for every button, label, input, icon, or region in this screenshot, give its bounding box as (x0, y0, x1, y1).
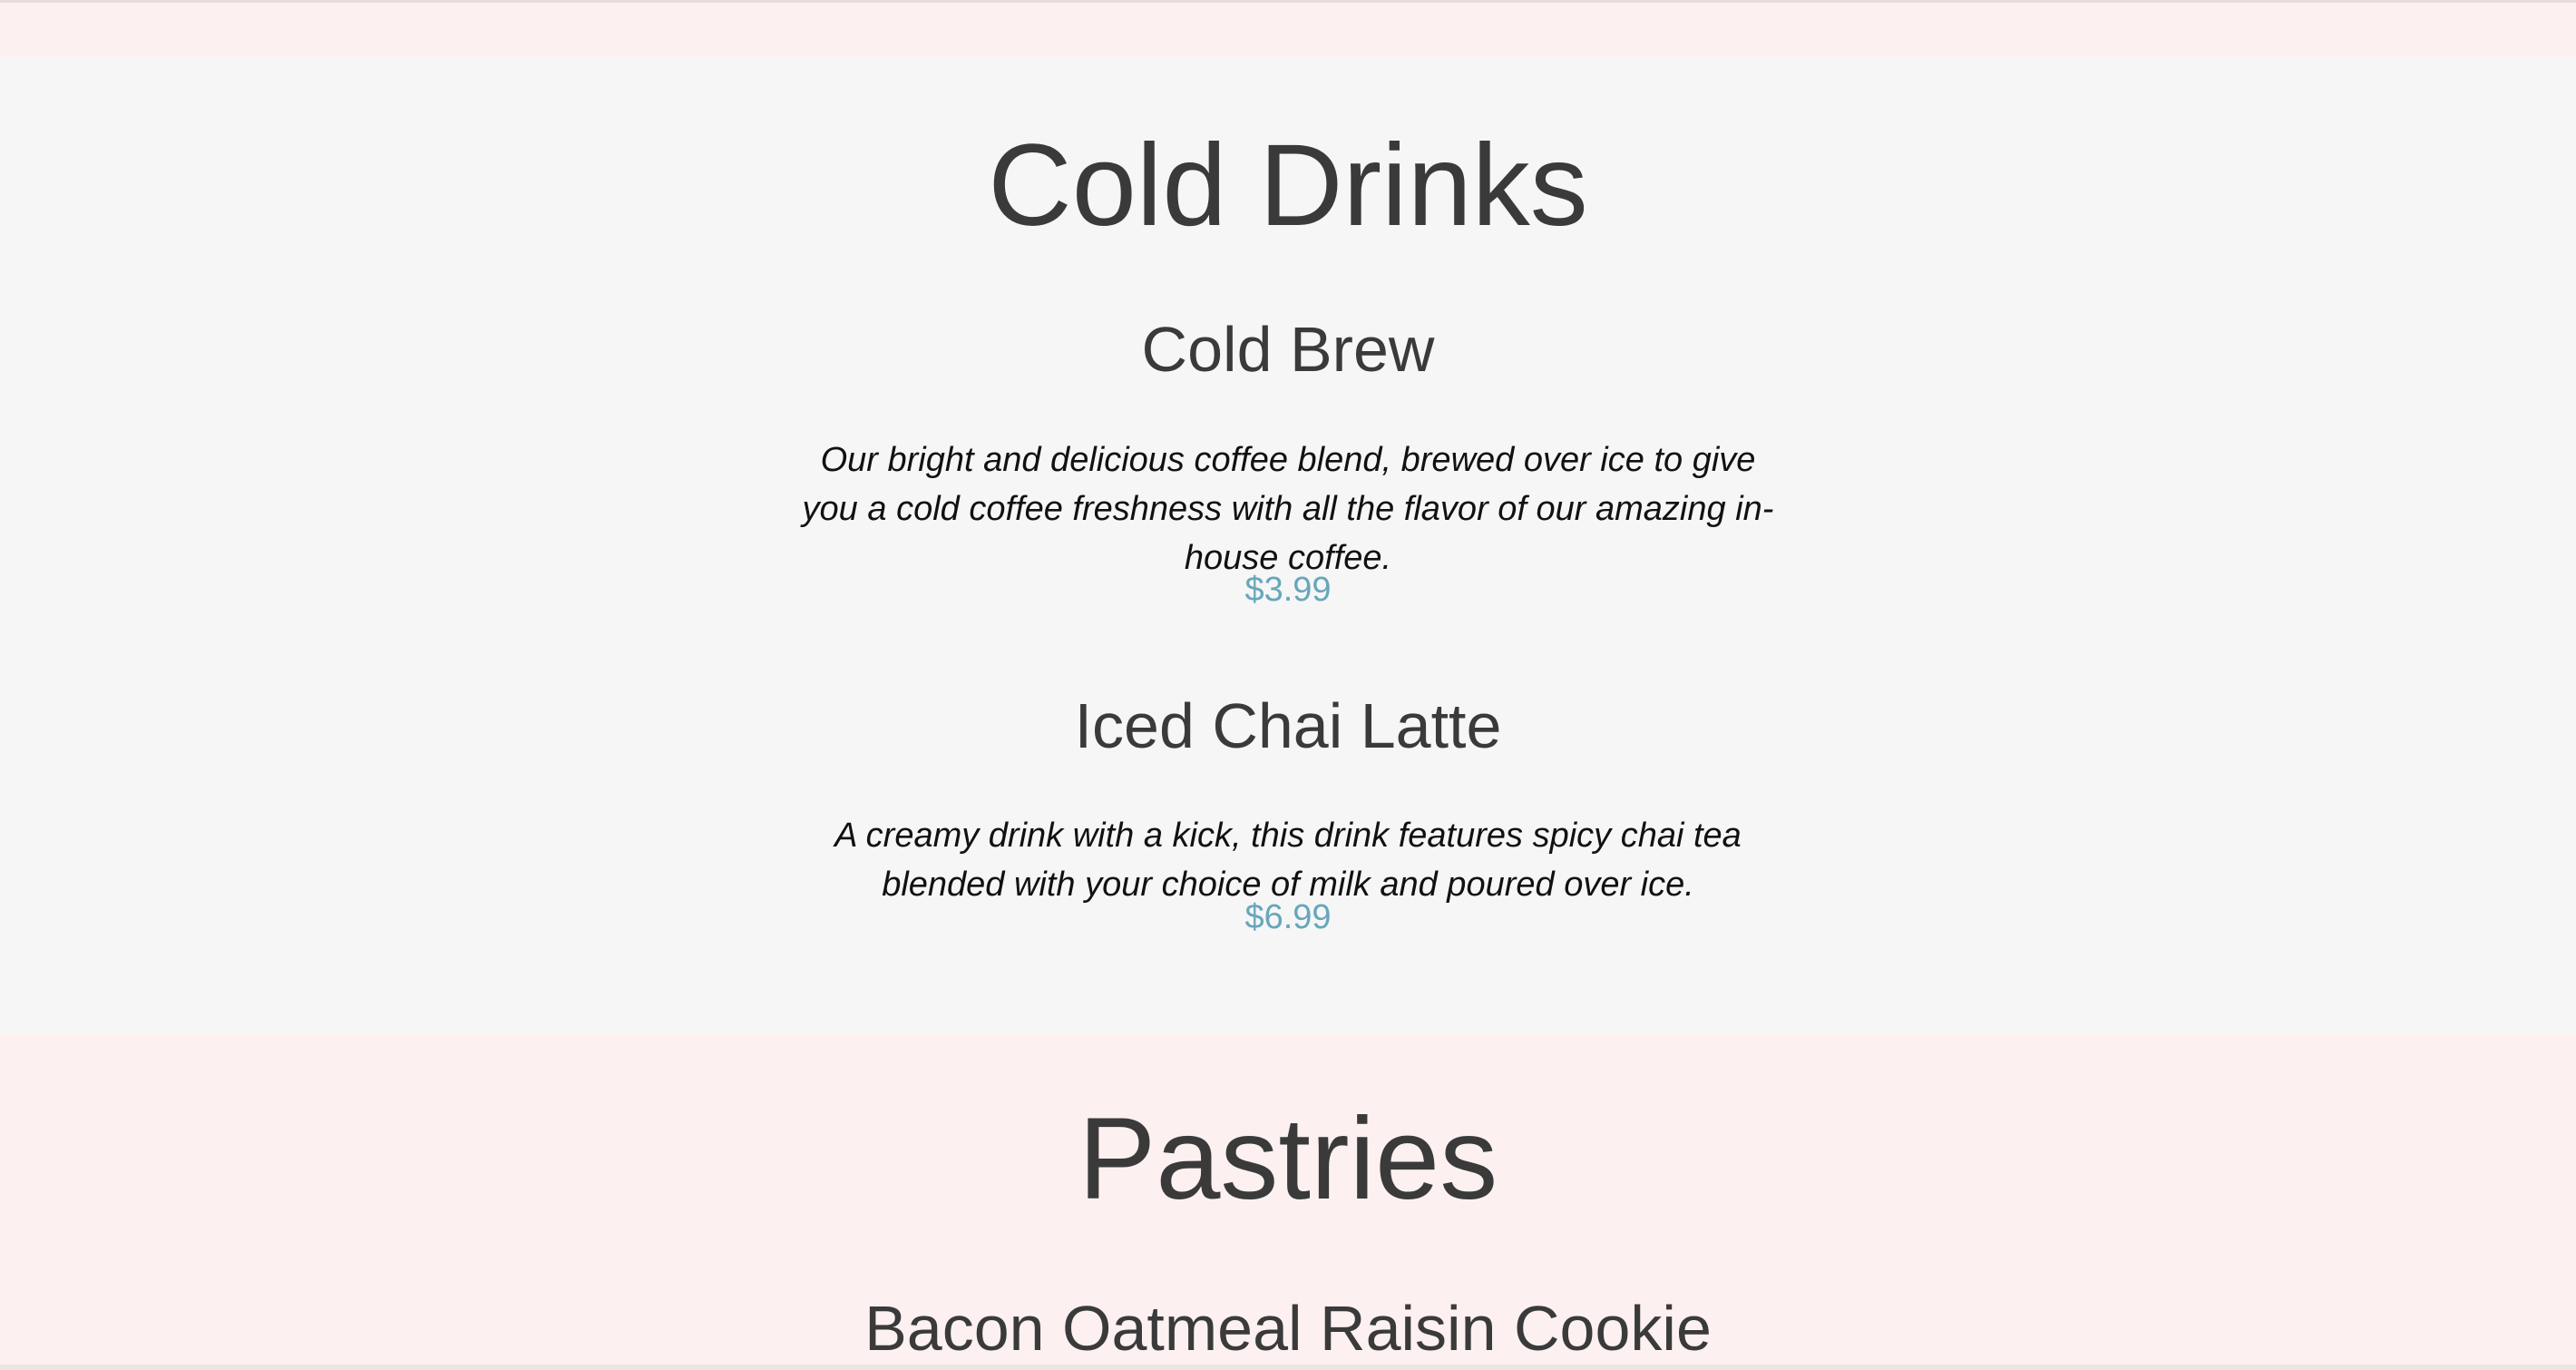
item-description: A creamy drink with a kick, this drink f… (834, 817, 1742, 904)
item-name: Bacon Oatmeal Raisin Cookie (864, 1293, 1712, 1364)
item-name: Cold Brew (1141, 314, 1435, 385)
bottom-border (0, 1365, 2576, 1370)
section-title: Cold Drinks (988, 121, 1588, 250)
item-name: Iced Chai Latte (1074, 690, 1502, 761)
top-strip (0, 0, 2576, 57)
item-price: $3.99 (1244, 571, 1332, 609)
section-title: Pastries (1078, 1094, 1498, 1224)
item-price: $6.99 (1244, 898, 1332, 936)
item-description: Our bright and delicious coffee blend, b… (802, 441, 1774, 577)
section-pastries: Pastries Bacon Oatmeal Raisin Cookie (0, 1034, 2576, 1370)
section-cold-drinks: Cold Drinks Cold Brew Our bright and del… (0, 57, 2576, 1034)
